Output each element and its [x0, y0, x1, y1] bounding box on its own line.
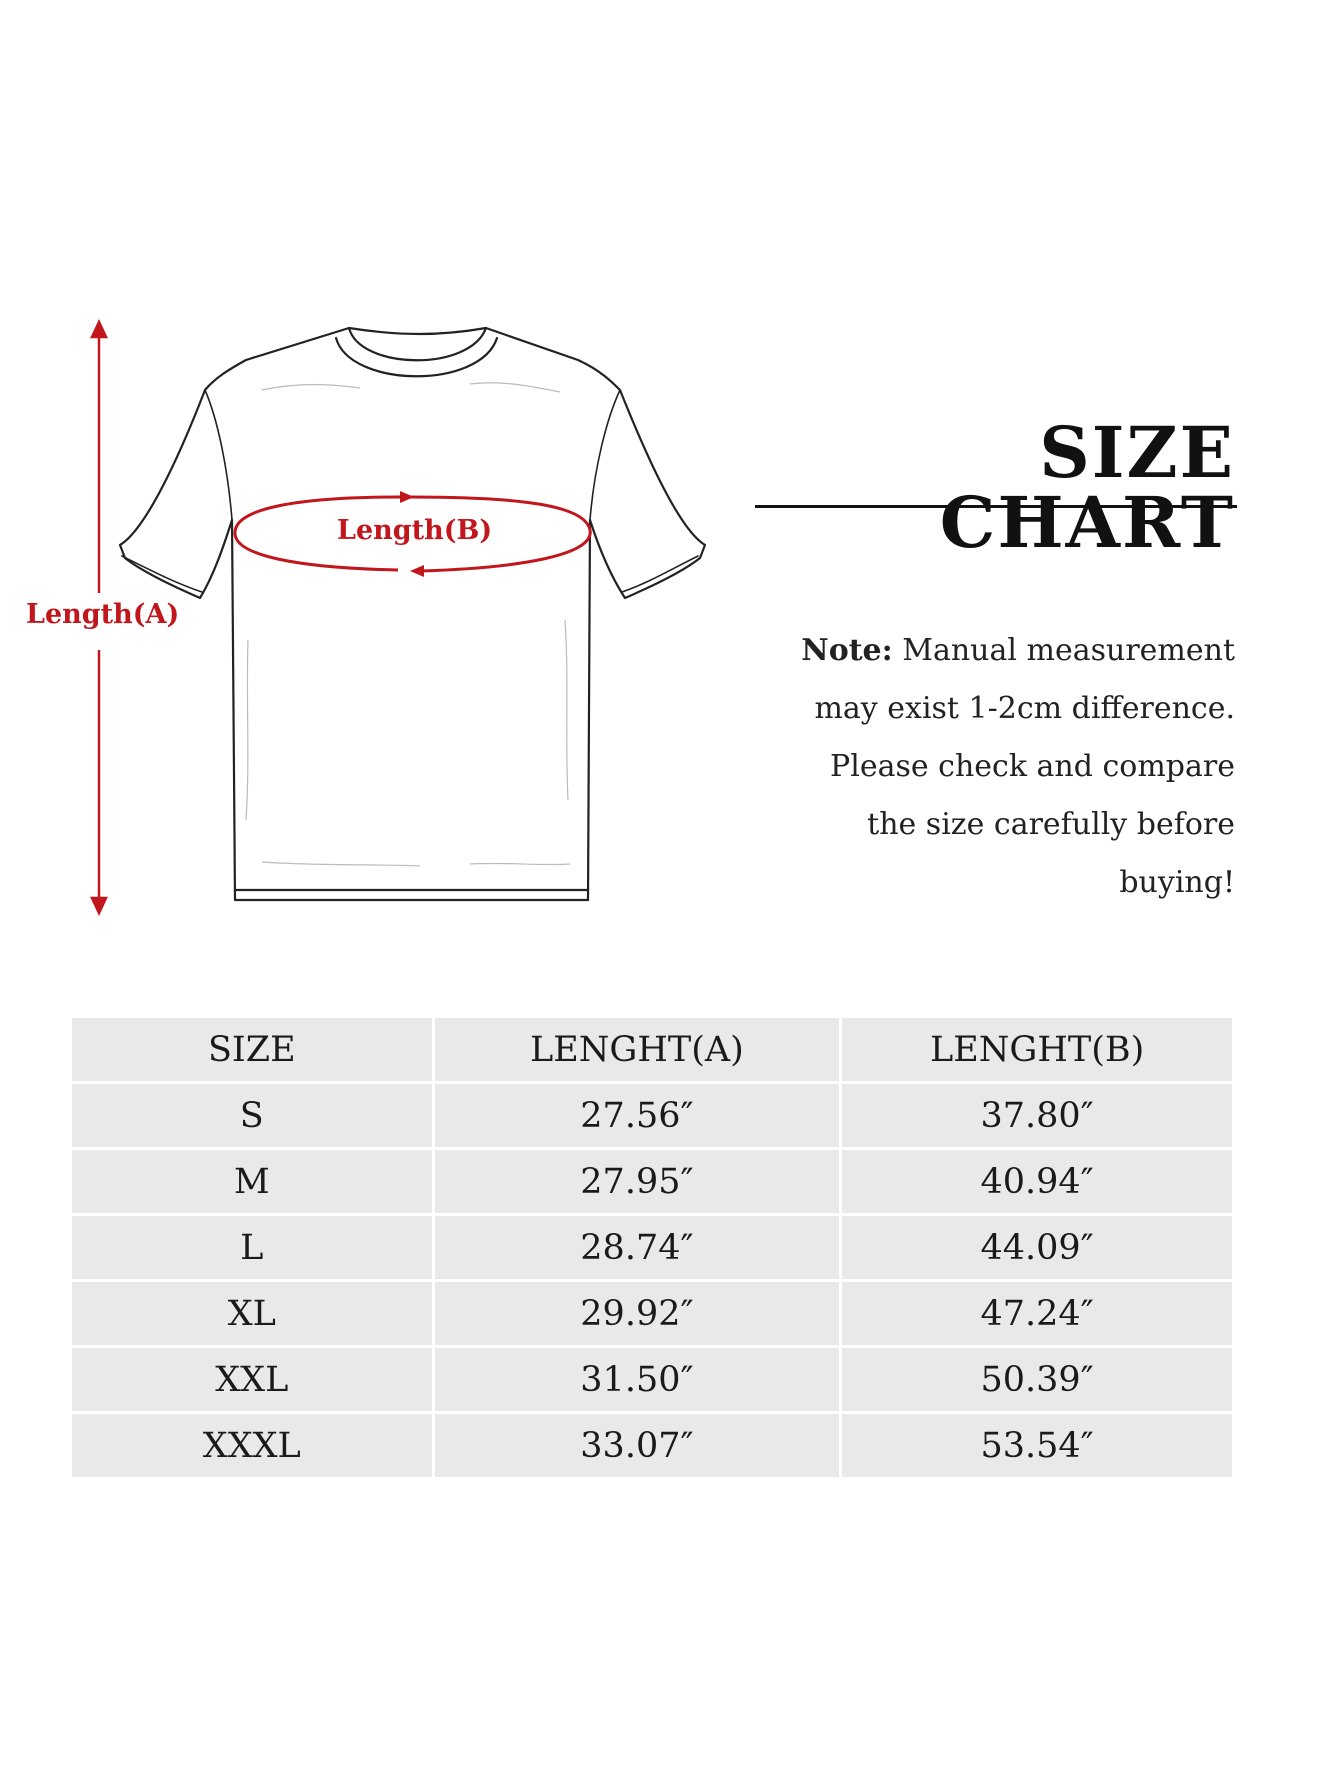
table-row: XXXL 33.07″ 53.54″ [72, 1412, 1232, 1477]
title-underline [755, 505, 1237, 508]
measurement-note: Note: Manual measurement may exist 1-2cm… [700, 622, 1235, 912]
cell-length-b: 44.09″ [840, 1214, 1232, 1282]
cell-length-a: 33.07″ [433, 1412, 843, 1477]
header-length-a: LENGHT(A) [433, 1018, 843, 1084]
cell-size: S [72, 1082, 435, 1150]
table-row: XXL 31.50″ 50.39″ [72, 1346, 1232, 1414]
cell-length-b: 47.24″ [840, 1280, 1232, 1348]
cell-length-b: 53.54″ [980, 1425, 1094, 1466]
note-line-2: may exist 1-2cm difference. [814, 691, 1235, 726]
cell-length-b: 37.80″ [840, 1082, 1232, 1150]
note-line-1: Note: Manual measurement [700, 622, 1235, 680]
size-table: SIZE LENGHT(A) LENGHT(B) S 27.56″ 37.80″… [72, 1018, 1232, 1477]
page-title: SIZE CHART [939, 411, 1235, 564]
tshirt-outline-icon [118, 326, 707, 902]
length-b-label: Length(B) [337, 515, 493, 546]
note-prefix: Note: [801, 633, 893, 668]
cell-length-a: 29.92″ [433, 1280, 843, 1348]
cell-length-a: 28.74″ [433, 1214, 843, 1282]
table-header-row: SIZE LENGHT(A) LENGHT(B) [72, 1018, 1232, 1084]
cell-length-a: 27.95″ [433, 1148, 843, 1216]
table-row: L 28.74″ 44.09″ [72, 1214, 1232, 1282]
note-line-5: buying! [1119, 865, 1235, 900]
table-row: XL 29.92″ 47.24″ [72, 1280, 1232, 1348]
cell-length-a: 31.50″ [433, 1346, 843, 1414]
header-length-b: LENGHT(B) [840, 1018, 1232, 1084]
note-line-3: Please check and compare [830, 749, 1235, 784]
cell-size: XL [72, 1280, 435, 1348]
fabric-fold-lines [245, 382, 571, 867]
cell-length-a: 27.56″ [433, 1082, 843, 1150]
cell-length-b: 40.94″ [840, 1148, 1232, 1216]
cell-size: XXL [72, 1346, 435, 1414]
note-line-1-text: Manual measurement [892, 633, 1235, 668]
header-size: SIZE [72, 1018, 435, 1084]
note-line-4: the size carefully before [867, 807, 1235, 842]
cell-size: M [72, 1148, 435, 1216]
cell-length-b: 50.39″ [840, 1346, 1232, 1414]
cell-size: XXXL [72, 1412, 435, 1477]
length-a-label: Length(A) [26, 599, 180, 630]
table-row: S 27.56″ 37.80″ [72, 1082, 1232, 1150]
cell-size: L [72, 1214, 435, 1282]
table-row: M 27.95″ 40.94″ [72, 1148, 1232, 1216]
